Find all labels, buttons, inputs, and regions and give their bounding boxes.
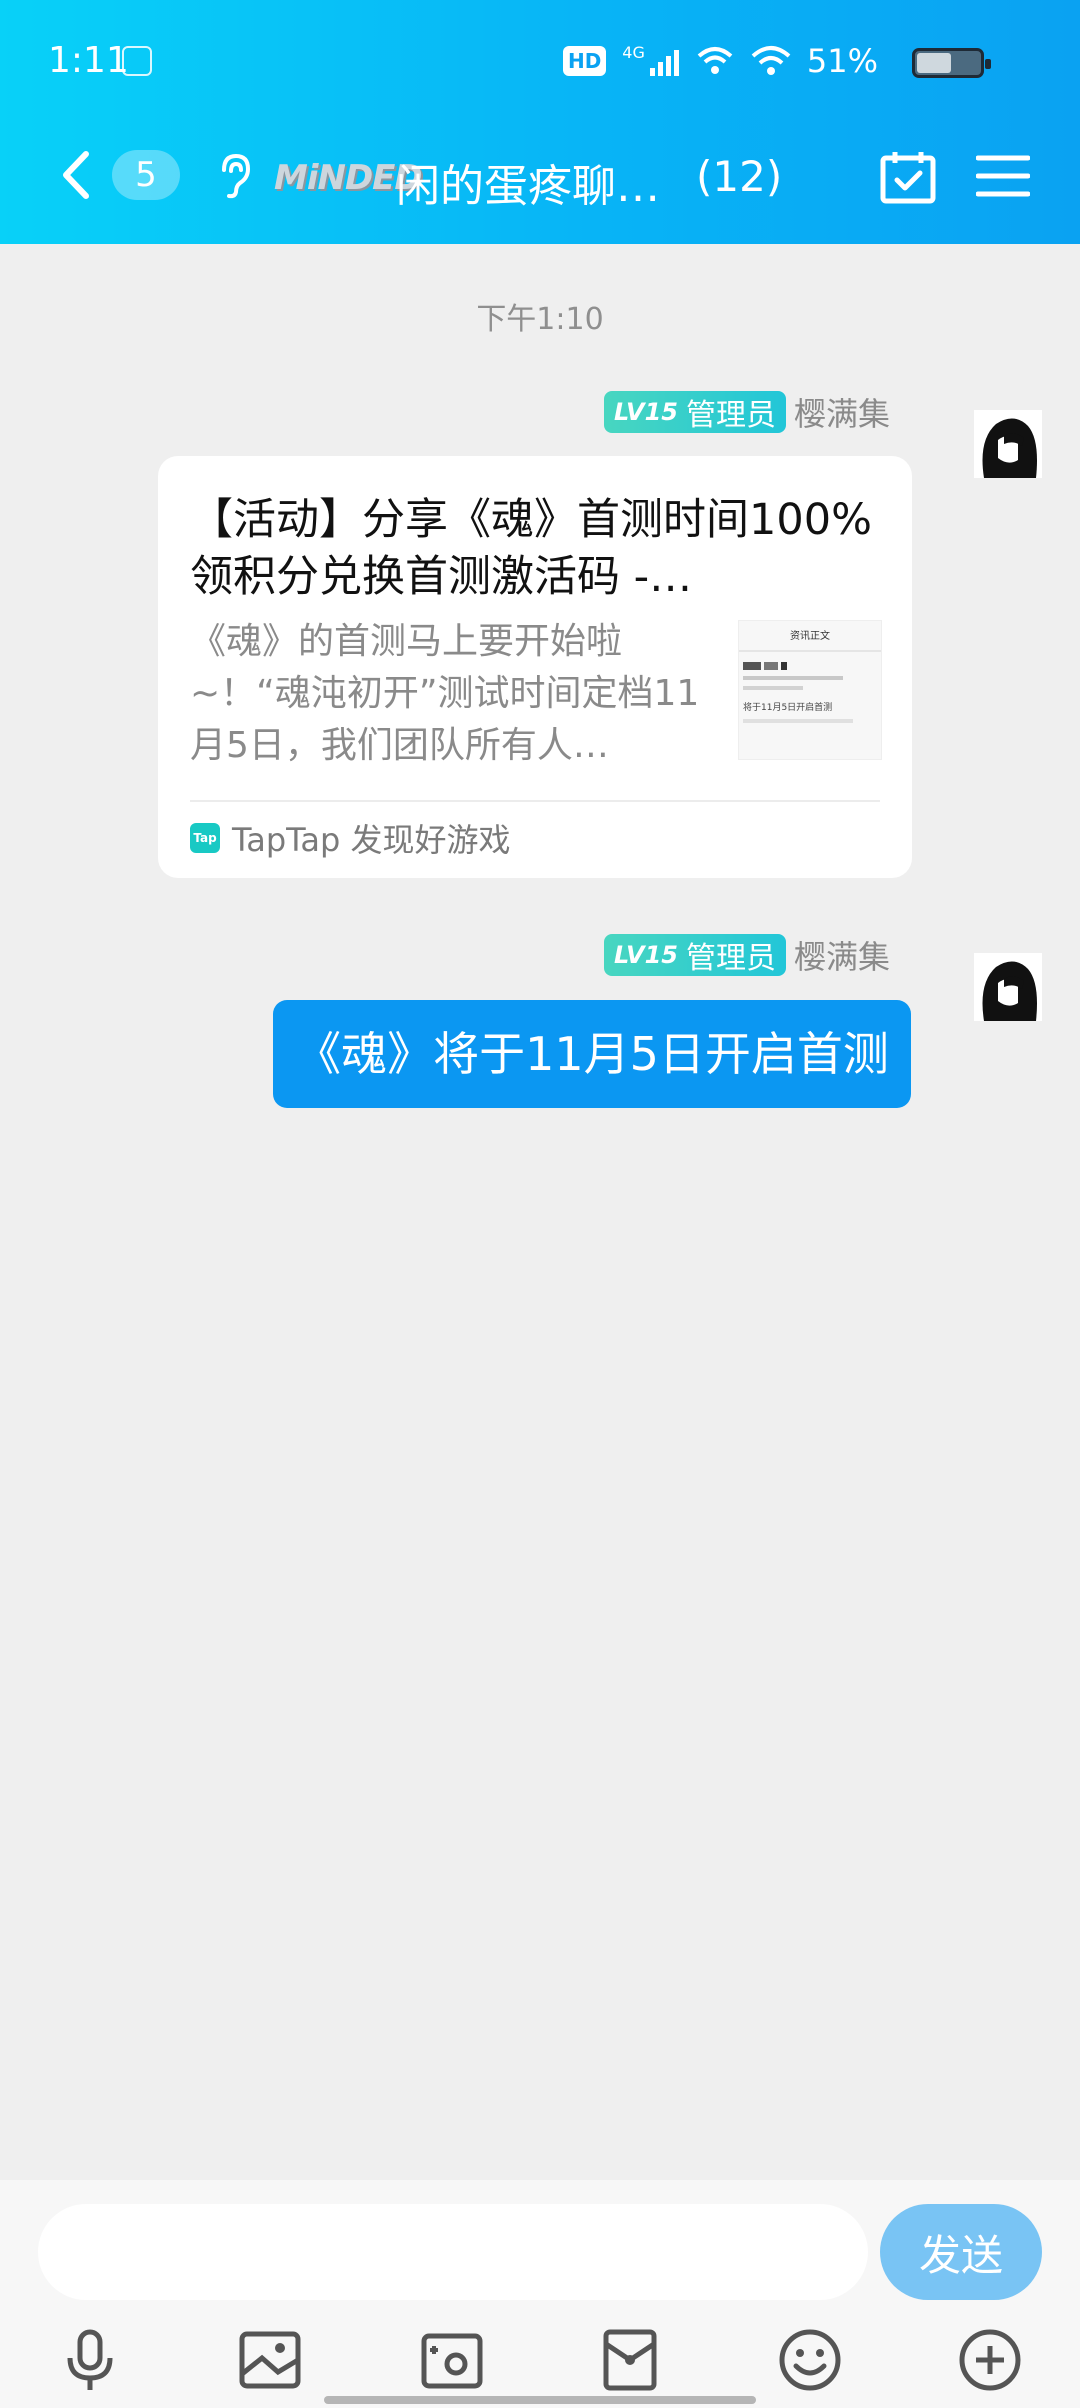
microphone-icon[interactable]	[56, 2326, 124, 2394]
input-area: 发送	[0, 2180, 1080, 2408]
taptap-icon: Tap	[190, 823, 220, 853]
unread-count-badge[interactable]: 5	[112, 150, 180, 200]
member-count: (12)	[696, 152, 783, 201]
link-card[interactable]: 【活动】分享《魂》首测时间100%领积分兑换首测激活码 -… 《魂》的首测马上要…	[158, 456, 912, 878]
level-badge: LV15 管理员	[604, 391, 786, 433]
menu-icon[interactable]	[976, 154, 1030, 198]
avatar[interactable]	[974, 410, 1042, 478]
back-icon[interactable]	[52, 148, 102, 202]
avatar-image	[974, 953, 1042, 1021]
message-input[interactable]	[38, 2204, 868, 2300]
image-icon[interactable]	[236, 2326, 304, 2394]
camera-icon[interactable]	[418, 2326, 486, 2394]
message-bubble[interactable]: 《魂》将于11月5日开启首测	[273, 1000, 911, 1108]
cellular-signal-icon: 4G	[622, 43, 679, 76]
message-sender-row: LV15 管理员 樱满集	[604, 391, 890, 433]
wifi-icon	[751, 46, 791, 75]
card-thumbnail: 资讯正文 将于11月5日开启首测	[738, 620, 882, 760]
thumbnail-header: 资讯正文	[790, 631, 830, 642]
chat-navbar: 5 MiNDED 闲的蛋疼聊… (12)	[0, 130, 1080, 220]
card-divider	[190, 800, 880, 802]
ear-icon[interactable]	[214, 152, 254, 200]
avatar-image	[974, 410, 1042, 478]
card-source: Tap TapTap 发现好游戏	[190, 818, 511, 859]
card-source-label: TapTap 发现好游戏	[232, 821, 511, 859]
calendar-check-icon[interactable]	[880, 150, 936, 204]
emoji-icon[interactable]	[776, 2326, 844, 2394]
plus-icon[interactable]	[956, 2326, 1024, 2394]
home-indicator[interactable]	[324, 2396, 756, 2404]
sender-name[interactable]: 樱满集	[794, 932, 890, 978]
status-bar: 1:11 HD 4G 51%	[0, 0, 1080, 120]
level-label: LV15	[614, 398, 678, 426]
red-packet-icon[interactable]	[596, 2326, 664, 2394]
level-badge: LV15 管理员	[604, 934, 786, 976]
battery-icon	[912, 48, 991, 78]
status-time: 1:11	[48, 40, 129, 81]
group-name[interactable]: 闲的蛋疼聊…	[396, 150, 660, 214]
role-label: 管理员	[685, 941, 776, 976]
send-button[interactable]: 发送	[880, 2204, 1042, 2300]
message-sender-row: LV15 管理员 樱满集	[604, 934, 890, 976]
wifi-calling-icon	[697, 47, 733, 74]
sender-name[interactable]: 樱满集	[794, 389, 890, 435]
header: 1:11 HD 4G 51% 5 MiNDED 闲的蛋疼聊… (12)	[0, 0, 1080, 244]
battery-percent: 51%	[806, 42, 878, 80]
network-type: 4G	[622, 43, 645, 62]
notification-app-icon	[122, 46, 152, 76]
card-title: 【活动】分享《魂》首测时间100%领积分兑换首测激活码 -…	[190, 495, 872, 602]
card-description: 《魂》的首测马上要开始啦~！“魂沌初开”测试时间定档11月5日，我们团队所有人…	[190, 621, 700, 766]
avatar[interactable]	[974, 953, 1042, 1021]
hd-icon: HD	[562, 46, 607, 76]
role-label: 管理员	[685, 398, 776, 433]
chat-timestamp: 下午1:10	[476, 302, 604, 337]
level-label: LV15	[614, 941, 678, 969]
thumbnail-caption: 将于11月5日开启首测	[743, 703, 833, 713]
